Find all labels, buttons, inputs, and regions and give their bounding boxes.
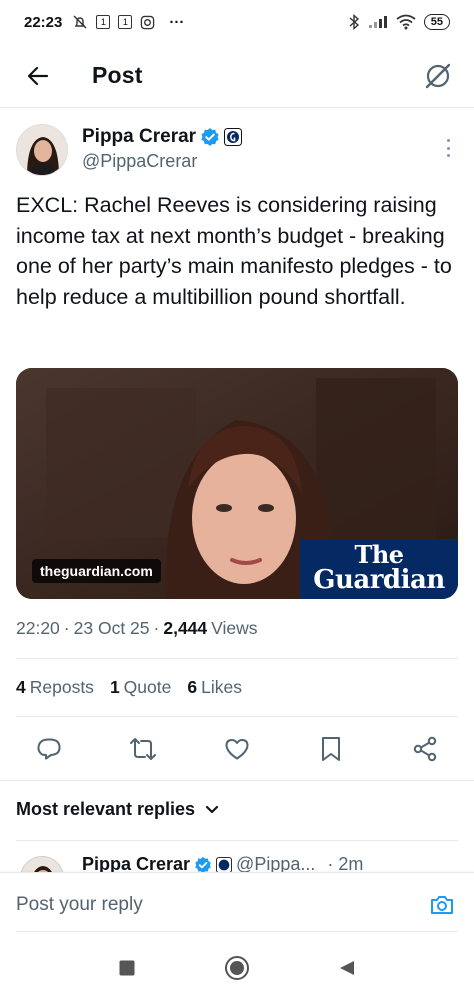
heart-icon [225,739,249,760]
author-meta: Pippa Crerar @PippaCrerar [82,126,243,172]
quotes-count: 1 [109,677,120,697]
divider [16,716,458,717]
camera-icon [431,896,453,914]
reply-button[interactable] [32,732,66,766]
recents-button[interactable] [112,953,142,983]
views-count: 2,444 [163,618,208,638]
share-button[interactable] [408,732,442,766]
divider [16,840,458,841]
composer-underline [16,931,458,932]
back-nav-button[interactable] [332,953,362,983]
reply-author-name[interactable]: Pippa Crerar [82,854,190,872]
post-author: Pippa Crerar @PippaCrerar [0,124,474,184]
verified-badge-icon [201,128,219,146]
post-text: EXCL: Rachel Reeves is considering raisi… [16,193,452,309]
separator: · [153,618,160,638]
avatar-image [21,857,63,872]
more-dot-icon [446,146,450,150]
chevron-down-icon [205,805,219,813]
guardian-affiliate-icon[interactable] [224,128,243,146]
arrow-left-icon [27,66,49,85]
divider [16,658,458,659]
status-overflow: ··· [169,13,185,31]
brand-line1: The [354,540,404,569]
like-button[interactable] [220,732,254,766]
divider [0,780,474,781]
avatar[interactable] [16,124,68,176]
instagram-icon [141,15,155,29]
separator: · [63,618,70,638]
reposts-count: 4 [16,677,26,697]
replies-sort-label: Most relevant replies [16,799,196,819]
quotes-stat[interactable]: 1 Quote [110,677,171,698]
guardian-affiliate-icon [216,856,233,872]
grok-button[interactable] [420,58,456,94]
verified-badge-icon [195,856,211,872]
reply-icon [37,738,61,760]
reply-item[interactable]: Pippa Crerar @Pippa... · 2m [0,848,474,872]
reply-time: · 2m [327,854,364,872]
avatar[interactable] [20,856,64,872]
reply-composer [0,872,474,936]
share-icon [413,736,437,762]
brand-line2: Guardian [313,565,445,595]
post-date: 23 Oct 25 [73,618,150,638]
notification-box-icon: 1 [118,15,133,29]
quotes-label: Quote [123,677,172,697]
reply-author-handle: @Pippa... [236,854,316,872]
post-meta: 22:20 · 23 Oct 25 · 2,444 Views [16,618,258,639]
app-header: Post [0,44,474,108]
card-domain-label: theguardian.com [32,559,161,583]
link-preview-card[interactable]: theguardian.com The Guardian [16,368,458,599]
page-title: Post [92,62,143,88]
battery-indicator: 55 [423,14,450,30]
status-right-icons: 55 [348,14,450,30]
post-time: 22:20 [16,618,60,638]
back-button[interactable] [20,58,56,94]
bluetooth-icon [349,14,359,30]
repost-icon [130,738,156,760]
repost-button[interactable] [126,732,160,766]
camera-button[interactable] [428,891,456,919]
bookmark-icon [322,737,340,761]
signal-icon [368,16,387,28]
author-name-line: Pippa Crerar [82,126,243,148]
status-time: 22:23 [24,13,63,31]
bookmark-button[interactable] [314,732,348,766]
more-dot-icon [446,139,450,142]
avatar-image [17,125,67,175]
triangle-back-icon [340,961,354,975]
more-dot-icon [446,154,450,157]
system-nav-bar [0,936,474,1000]
alarm-off-icon [73,15,87,29]
status-left-icons: 1 1 ··· [72,14,184,31]
more-options-button[interactable] [442,136,454,160]
wifi-icon [396,14,416,30]
grok-icon [425,63,451,88]
status-bar: 22:23 1 1 ··· 55 [0,0,474,44]
post-stats: 4 Reposts 1 Quote 6 Likes [16,677,242,698]
likes-label: Likes [201,677,242,697]
guardian-logo: The Guardian [300,539,458,599]
home-button[interactable] [222,953,252,983]
notification-box-icon: 1 [96,15,111,29]
post-actions [16,727,458,771]
reposts-label: Reposts [29,677,94,697]
likes-stat[interactable]: 6 Likes [187,677,242,698]
reply-header: Pippa Crerar @Pippa... · 2m [82,854,363,872]
reply-input[interactable] [16,885,406,925]
home-circle-icon [225,956,249,980]
author-handle[interactable]: @PippaCrerar [82,151,242,172]
replies-sort-dropdown[interactable]: Most relevant replies [16,799,219,820]
likes-count: 6 [187,677,198,697]
square-icon [119,960,135,976]
reposts-stat[interactable]: 4 Reposts [16,677,94,698]
author-name[interactable]: Pippa Crerar [82,126,196,148]
views-label: Views [211,618,258,638]
